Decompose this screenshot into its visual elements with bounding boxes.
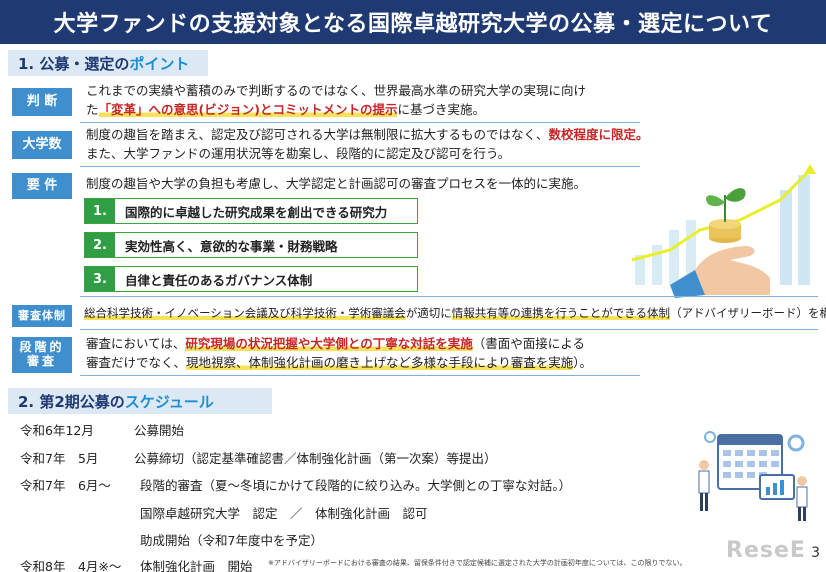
- staged-line2-a: 審査だけでなく、: [86, 355, 187, 370]
- schedule-date: 令和8年 4月※～: [20, 559, 122, 572]
- staged-highlight-1: 研究現場の状況把握や大学側との丁寧な対話を実施: [185, 336, 473, 351]
- schedule-item: 公募締切（認定基準確認書／体制強化計画（第一次案）等提出）: [134, 451, 497, 466]
- separator: [80, 296, 818, 297]
- staged-line1: 審査においては、研究現場の状況把握や大学側との丁寧な対話を実施（書面や面接による: [86, 335, 585, 353]
- schedule-item: 段階的審査（夏～冬頃にかけて段階的に絞り込み。大学側との丁寧な対話。）: [140, 478, 572, 493]
- review-system-text: 総合科学技術・イノベーション会議及び科学技術・学術審議会が適切に情報共有等の連携…: [84, 304, 826, 322]
- review-system-end: （アドバイザリーボード）を構築。: [670, 306, 826, 320]
- requirement-text: 自律と責任のあるガバナンス体制: [125, 272, 313, 288]
- staged-line1-a: 審査においては、: [86, 336, 186, 351]
- schedule-date: 令和7年 5月: [20, 451, 99, 466]
- requirement-number: 1.: [85, 199, 115, 223]
- requirement-item-3: 3. 自律と責任のあるガバナンス体制: [84, 266, 418, 292]
- count-line2: また、大学ファンドの運用状況等を勘案し、段階的に認定及び認可を行う。: [86, 146, 511, 161]
- schedule-date: 令和6年12月: [20, 423, 94, 438]
- judgment-line2-a: た: [86, 102, 99, 117]
- page-title: 大学ファンドの支援対象となる国際卓越研究大学の公募・選定について: [0, 0, 826, 44]
- staged-line1-c: （書面や面接による: [472, 336, 585, 351]
- requirement-number: 2.: [85, 233, 115, 257]
- section2-prefix: 2. 第2期公募の: [18, 392, 125, 411]
- person-icon: [797, 476, 807, 486]
- review-system-highlight: 情報共有等の連携を行うことができる体制: [451, 306, 671, 320]
- count-line1: 制度の趣旨を踏まえ、認定及び認可される大学は無制限に拡大するものではなく、数校程…: [86, 126, 649, 144]
- arrow-up-icon: [804, 164, 816, 174]
- staged-line2: 審査だけでなく、現地視察、体制強化計画の磨き上げなど多様な手段により審査を実施）…: [86, 354, 592, 372]
- review-system-mid: が適切に: [405, 306, 452, 320]
- requirements-label: 要 件: [12, 173, 72, 199]
- section1-prefix: 1. 公募・選定の: [18, 54, 130, 73]
- section1-accent: ポイント: [129, 54, 190, 73]
- schedule-item: 国際卓越研究大学 認定 ／ 体制強化計画 認可: [140, 506, 428, 521]
- schedule-item: 体制強化計画 開始: [140, 559, 253, 572]
- footnote: ※アドバイザリーボードにおける審査の結果、留保条件付きで認定候補に選定された大学…: [268, 559, 687, 567]
- separator: [80, 375, 640, 376]
- schedule-item: 助成開始（令和7年度中を予定）: [140, 533, 323, 548]
- requirement-text: 国際的に卓越した研究成果を創出できる研究力: [125, 204, 388, 220]
- leaf-icon: [725, 188, 746, 202]
- review-system-bodies: 総合科学技術・イノベーション会議及び科学技術・学術審議会: [84, 306, 406, 320]
- page-number: 3: [811, 545, 820, 561]
- requirement-number: 3.: [85, 267, 115, 291]
- bar-icon: [780, 190, 792, 285]
- schedule-item: 公募開始: [134, 423, 185, 438]
- separator: [80, 329, 818, 330]
- leaf-icon: [705, 195, 725, 207]
- person-icon: [699, 460, 709, 470]
- staged-review-label: 段階的審査: [12, 337, 72, 373]
- section2-accent: スケジュール: [124, 392, 214, 411]
- judgment-line2: た「変革」への意思(ビジョン)とコミットメントの提示に基づき実施。: [86, 101, 485, 119]
- growth-plant-illustration: [631, 164, 816, 298]
- bar-icon: [798, 175, 810, 285]
- count-highlight: 数校程度に限定。: [548, 127, 649, 142]
- requirement-item-2: 2. 実効性高く、意欲的な事業・財務戦略: [84, 232, 418, 258]
- schedule-date: 令和7年 6月～: [20, 478, 111, 493]
- judgment-highlight: 「変革」への意思(ビジョン)とコミットメントの提示: [98, 102, 398, 117]
- judgment-line1: これまでの実績や蓄積のみで判断するのではなく、世界最高水準の研究大学の実現に向け: [86, 83, 587, 98]
- requirement-text: 実効性高く、意欲的な事業・財務戦略: [125, 238, 338, 254]
- separator: [80, 166, 640, 167]
- judgment-line2-c: に基づき実施。: [397, 102, 485, 117]
- gear-icon: [704, 431, 716, 443]
- staged-line2-c: ）。: [573, 355, 593, 370]
- separator: [80, 122, 640, 123]
- section1-header: 1. 公募・選定の ポイント: [8, 50, 208, 76]
- bar-icon: [669, 230, 679, 285]
- calendar-illustration: [698, 431, 808, 521]
- gear-icon: [787, 434, 805, 452]
- requirements-line1: 制度の趣旨や大学の負担も考慮し、大学認定と計画認可の審査プロセスを一体的に実施。: [86, 176, 587, 191]
- count-line1-a: 制度の趣旨を踏まえ、認定及び認可される大学は無制限に拡大するものではなく、: [86, 127, 549, 142]
- judgment-label: 判 断: [12, 88, 72, 116]
- requirement-item-1: 1. 国際的に卓越した研究成果を創出できる研究力: [84, 198, 418, 224]
- review-system-label: 審査体制: [12, 305, 72, 327]
- section2-header: 2. 第2期公募の スケジュール: [8, 388, 272, 414]
- staged-highlight-2: 現地視察、体制強化計画の磨き上げなど多様な手段により審査を実施: [186, 355, 574, 370]
- count-label: 大学数: [12, 131, 72, 159]
- watermark-logo: ReseE: [726, 538, 806, 563]
